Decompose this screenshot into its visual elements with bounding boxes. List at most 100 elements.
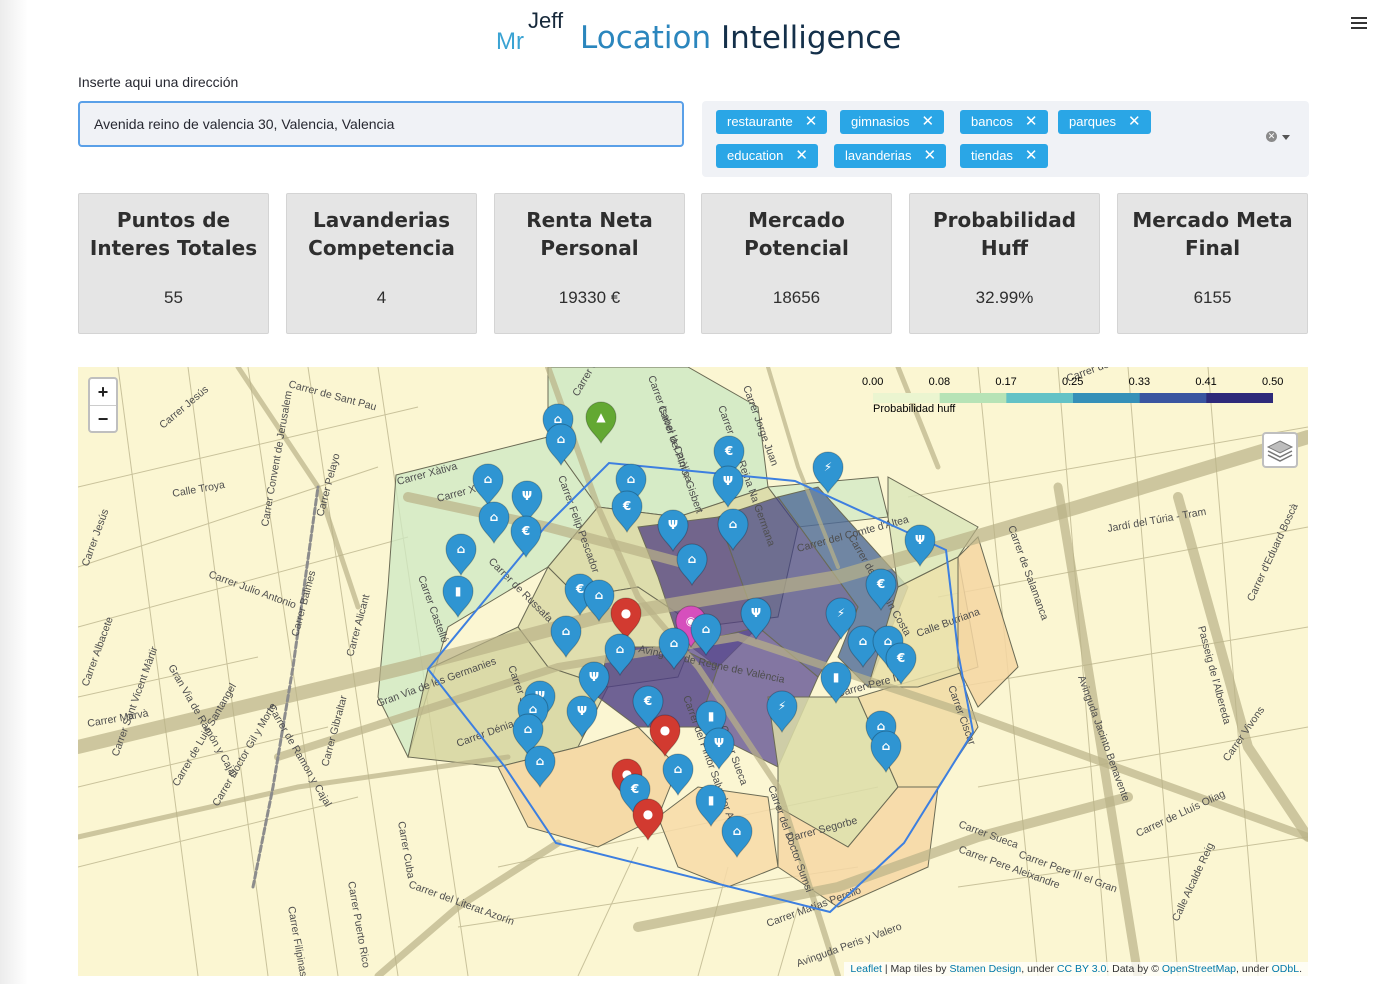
category-tag[interactable]: gimnasios ✕ [840,110,945,134]
svg-text:Ψ: Ψ [714,736,724,750]
stamen-link[interactable]: Stamen Design [949,963,1021,975]
svg-text:Ψ: Ψ [522,489,532,503]
svg-text:⚡: ⚡ [778,699,786,713]
category-multiselect[interactable]: restaurante ✕ gimnasios ✕ bancos ✕ parques ✕ edu… [702,101,1309,177]
svg-text:Ψ: Ψ [723,474,733,488]
svg-text:⌂: ⌂ [562,624,571,638]
logo-mr: Mr [496,28,524,55]
svg-text:⌂: ⌂ [733,824,742,838]
attribution-text: . Data by © [1106,963,1162,975]
svg-text:Ψ: Ψ [589,670,599,684]
svg-text:▮: ▮ [708,709,715,723]
metric-title: Renta Neta Personal [526,208,653,260]
svg-text:⌂: ⌂ [702,622,711,636]
legend-tick: 0.33 [1128,376,1151,388]
legend-tick: 0.00 [862,376,884,388]
category-tag[interactable]: lavanderias ✕ [834,144,947,168]
svg-text:€: € [896,651,905,665]
odbl-link[interactable]: ODbL [1272,963,1299,975]
svg-text:⌂: ⌂ [859,634,868,648]
svg-text:€: € [521,524,530,538]
remove-tag-icon[interactable]: ✕ [795,147,808,164]
svg-text:⌂: ⌂ [882,739,891,753]
category-tag-label: bancos [971,114,1013,129]
svg-text:●: ● [621,606,631,620]
address-input[interactable] [78,101,684,147]
svg-text:⌂: ⌂ [524,722,533,736]
svg-text:●: ● [660,723,670,737]
svg-text:Ψ: Ψ [668,518,678,532]
attribution-text: | Map tiles by [881,963,950,975]
legend-swatch [873,393,941,403]
sidebar-edge [0,0,28,984]
zoom-out-button[interactable]: − [90,406,116,432]
legend-tick: 0.17 [995,376,1017,388]
category-tag-label: restaurante [727,114,793,129]
huff-legend: 0.00 0.08 0.17 0.25 0.33 0.41 0.50 Probabilida… [862,376,1283,416]
metric-card: Renta Neta Personal 19330 € [494,193,685,334]
category-tag[interactable]: restaurante ✕ [716,110,828,134]
app-logo: Mr Jeff Location Intelligence [496,6,916,56]
remove-tag-icon[interactable]: ✕ [924,147,937,164]
clear-all-icon[interactable]: ✕ [1266,131,1277,142]
address-label: Inserte aqui una dirección [78,74,239,90]
remove-tag-icon[interactable]: ✕ [922,113,935,130]
metric-card: Lavanderias Competencia 4 [286,193,477,334]
remove-tag-icon[interactable]: ✕ [805,113,818,130]
svg-text:●: ● [643,807,653,821]
legend-swatch [939,393,1007,403]
metric-title: Lavanderias Competencia [308,208,455,260]
legend-caption: Probabilidad huff [873,403,956,415]
category-tag[interactable]: parques ✕ [1058,110,1151,134]
metric-card: Mercado Meta Final 6155 [1117,193,1308,334]
category-tag-label: gimnasios [851,114,910,129]
legend-colorbar [873,393,1273,403]
osm-link[interactable]: OpenStreetMap [1162,963,1236,975]
svg-text:▮: ▮ [708,793,715,807]
remove-tag-icon[interactable]: ✕ [1128,113,1141,130]
hamburger-menu-icon[interactable] [1351,14,1367,36]
svg-text:€: € [575,582,584,596]
svg-text:Ψ: Ψ [751,606,761,620]
svg-text:▲: ▲ [596,410,606,424]
metric-title: Mercado Potencial [744,208,849,260]
chevron-down-icon[interactable] [1282,135,1290,140]
category-tag[interactable]: tiendas ✕ [960,144,1048,168]
svg-text:▮: ▮ [833,670,840,684]
svg-text:⚡: ⚡ [837,606,845,620]
layers-icon[interactable] [1262,432,1298,468]
legend-swatch [1006,393,1074,403]
category-tag[interactable]: bancos ✕ [960,110,1048,134]
map-canvas[interactable]: Carrer de ColónCarrer XàtivaCarrer Xàtiv… [78,367,1308,976]
metric-value: 55 [164,288,183,307]
svg-text:⌂: ⌂ [729,517,738,531]
legend-swatch [1139,393,1207,403]
svg-text:€: € [876,577,885,591]
svg-text:€: € [643,694,652,708]
metric-card: Probabilidad Huff 32.99% [909,193,1100,334]
metric-value: 32.99% [975,288,1034,307]
ccby-link[interactable]: CC BY 3.0 [1057,963,1106,975]
svg-text:⌂: ⌂ [557,432,566,446]
remove-tag-icon[interactable]: ✕ [1025,147,1038,164]
category-tag[interactable]: education ✕ [716,144,818,168]
legend-swatch [1073,393,1141,403]
map-view[interactable]: Carrer de ColónCarrer XàtivaCarrer Xàtiv… [78,367,1308,976]
remove-tag-icon[interactable]: ✕ [1025,113,1038,130]
svg-text:€: € [622,499,631,513]
metric-value: 18656 [772,288,821,307]
category-tag-label: tiendas [971,148,1013,163]
svg-text:€: € [630,782,639,796]
svg-text:⌂: ⌂ [616,642,625,656]
svg-text:⌂: ⌂ [674,762,683,776]
attribution-text: , under [1236,963,1272,975]
leaflet-link[interactable]: Leaflet [850,963,882,975]
attribution-text: . [1299,963,1302,975]
legend-tick: 0.08 [928,376,951,388]
zoom-in-button[interactable]: + [90,379,116,406]
app-title-part1: Location [580,20,712,56]
app-title-part2: Intelligence [720,20,902,56]
svg-text:⌂: ⌂ [536,754,545,768]
zoom-control[interactable]: + − [88,377,118,433]
svg-text:⌂: ⌂ [595,588,604,602]
